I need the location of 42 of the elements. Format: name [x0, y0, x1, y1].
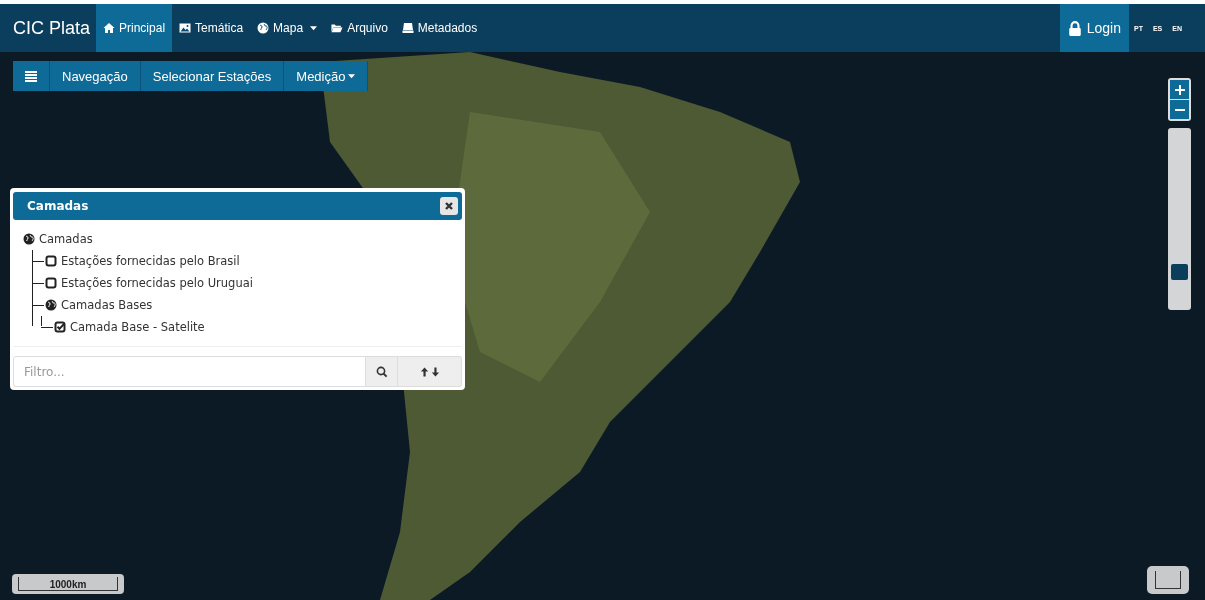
search-button[interactable] [366, 356, 398, 387]
layer-label[interactable]: Estações fornecidas pelo Brasil [61, 254, 240, 268]
nav-link[interactable]: Arquivo [324, 4, 395, 52]
panel-title: Camadas [27, 199, 89, 213]
checkbox[interactable] [45, 277, 57, 289]
close-icon [444, 201, 454, 211]
login-link[interactable]: Login [1059, 4, 1129, 52]
checkbox[interactable] [54, 321, 66, 333]
nav-link[interactable]: Principal [96, 4, 173, 52]
plus-icon [1174, 84, 1185, 95]
home-icon [103, 22, 116, 34]
zoom-in-button[interactable] [1170, 80, 1189, 99]
layer-label[interactable]: Estações fornecidas pelo Uruguai [61, 276, 253, 290]
checkbox[interactable] [45, 255, 57, 267]
globe-icon [257, 22, 270, 34]
overview-toggle-button[interactable] [1147, 566, 1189, 594]
filter-field[interactable]: Filtro... [13, 356, 366, 387]
globe-icon [45, 299, 57, 311]
nav-link[interactable]: Mapa [250, 4, 325, 52]
brand-name[interactable]: CIC Plata [13, 4, 91, 52]
toolbar-button[interactable]: Selecionar Estações [140, 61, 285, 91]
menu-icon [25, 70, 37, 82]
menu-button[interactable] [13, 61, 50, 91]
close-button[interactable] [440, 197, 458, 215]
toolbar-button[interactable]: Navegação [50, 61, 141, 91]
toolbar-button[interactable]: Medição [284, 61, 369, 91]
zoom-out-button[interactable] [1170, 100, 1189, 119]
drive-icon [401, 22, 414, 34]
slider-thumb[interactable] [1171, 263, 1188, 280]
tree-group-label[interactable]: Camadas [39, 232, 93, 246]
tree-group-label[interactable]: Camadas Bases [61, 298, 153, 312]
nav-link[interactable]: Temática [172, 4, 251, 52]
folder-icon [331, 22, 344, 34]
layer-label[interactable]: Camada Base - Satelite [70, 320, 205, 334]
search-icon [375, 365, 388, 378]
globe-icon [23, 233, 35, 245]
picture-icon [179, 22, 192, 34]
zoom-slider[interactable] [1168, 128, 1191, 310]
scale-label: 1000km [18, 577, 118, 591]
lock-icon [1067, 20, 1082, 36]
up-down-arrows-icon [419, 365, 440, 378]
nav-link[interactable]: Metadados [394, 4, 485, 52]
